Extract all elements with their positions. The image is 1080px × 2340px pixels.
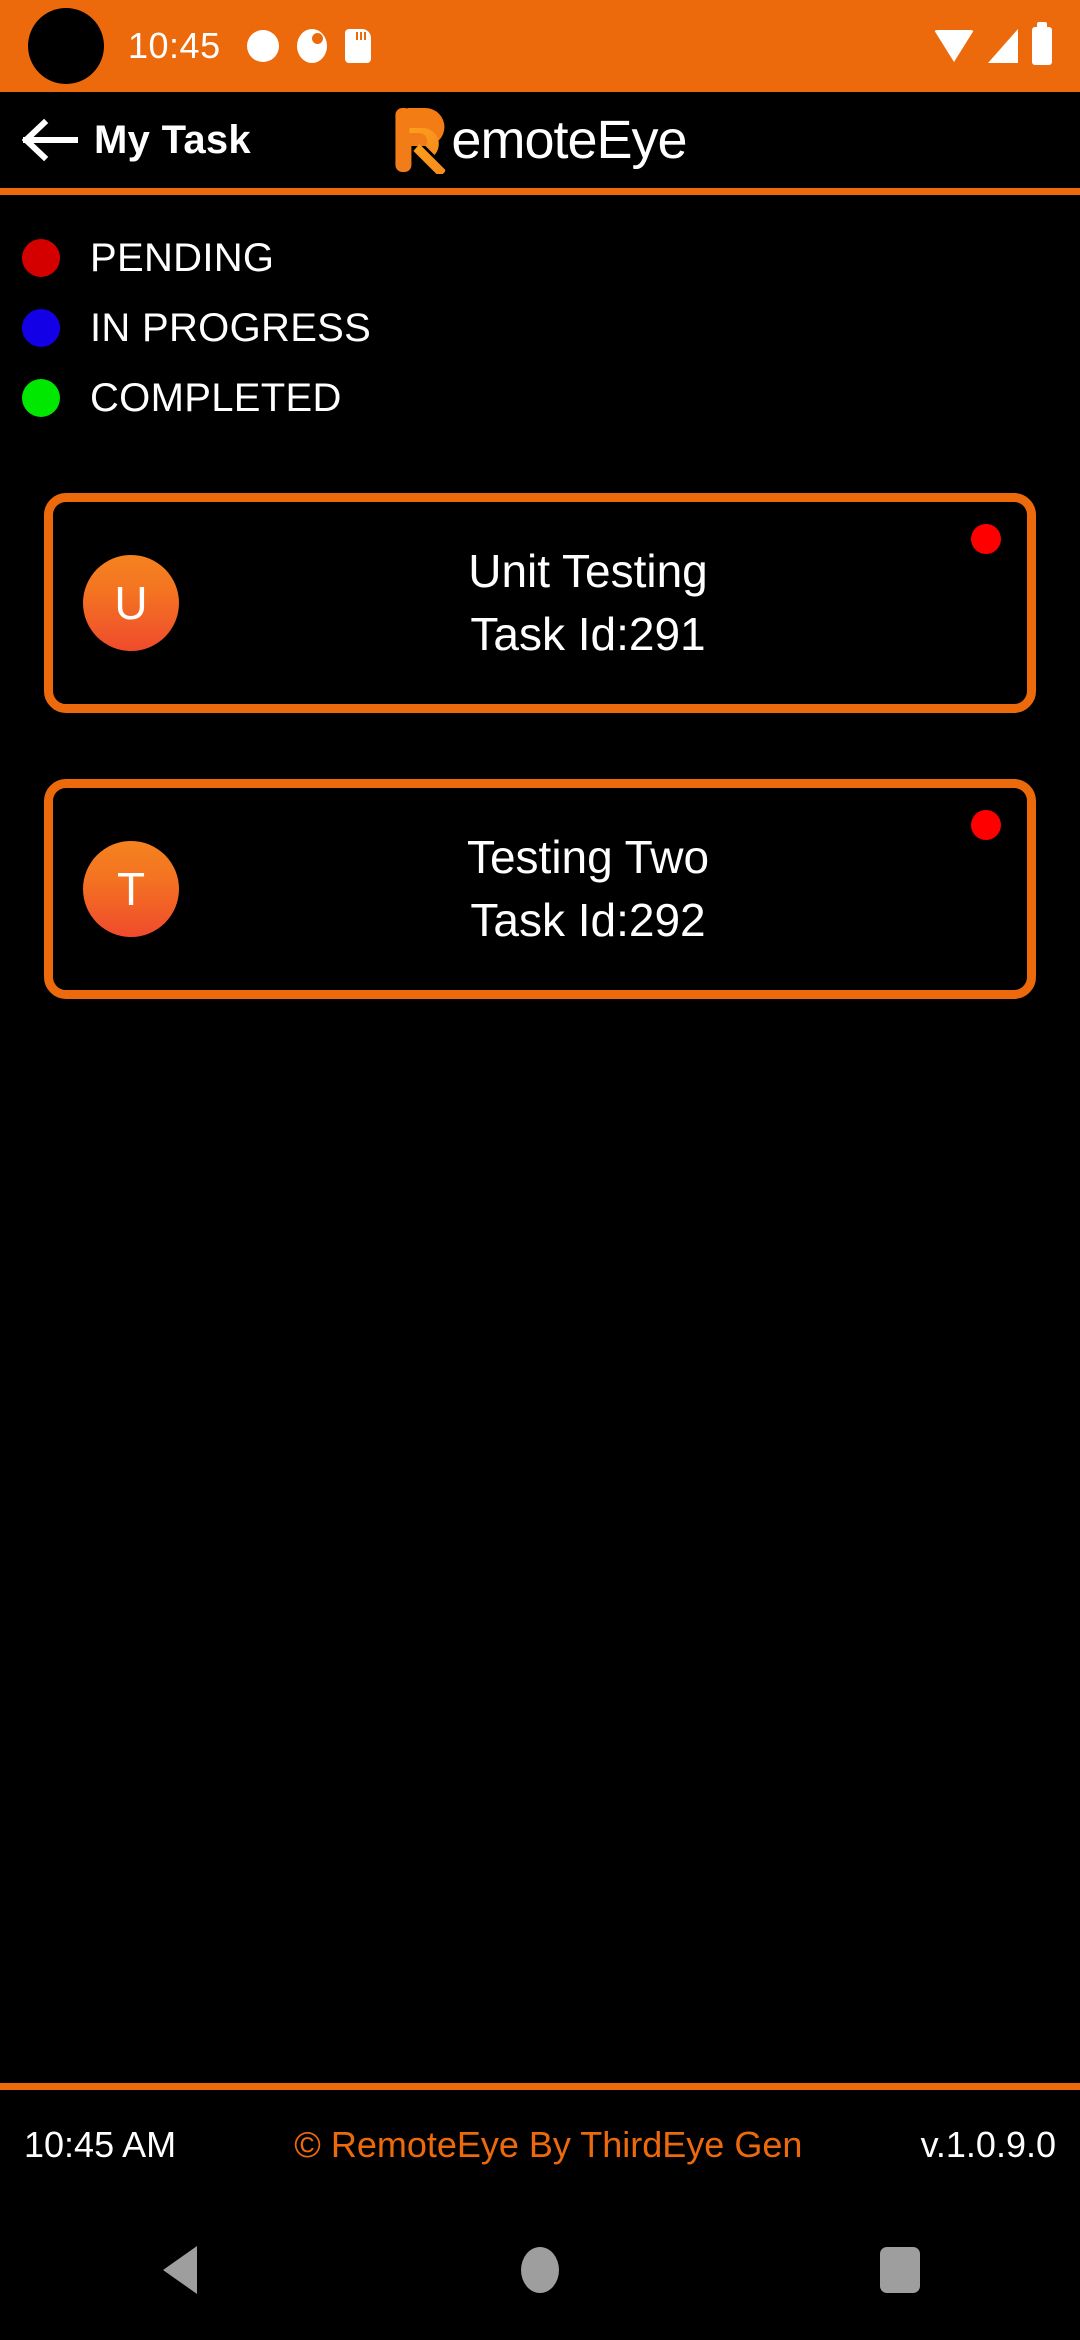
footer-copyright: © RemoteEye By ThirdEye Gen: [294, 2124, 803, 2165]
task-id: Task Id:292: [470, 894, 706, 946]
avatar-initial: U: [114, 577, 148, 629]
legend-item-completed: COMPLETED: [22, 363, 1080, 433]
back-arrow-icon: [22, 118, 78, 162]
status-bar-clock: 10:45: [128, 25, 221, 66]
pending-dot-icon: [22, 239, 60, 277]
app-header: My Task emoteEye: [0, 92, 1080, 188]
legend-label-in-progress: IN PROGRESS: [90, 305, 372, 350]
avatar: U: [83, 555, 179, 651]
back-button[interactable]: My Task: [0, 118, 251, 163]
task-card-body: Testing Two Task Id:292: [179, 831, 997, 947]
footer-version: v.1.0.9.0: [920, 2124, 1056, 2165]
avatar-initial: T: [116, 863, 146, 915]
sd-card-icon: [344, 29, 371, 63]
legend-label-pending: PENDING: [90, 235, 275, 280]
battery-icon: [1032, 22, 1052, 65]
legend-item-pending: PENDING: [22, 223, 1080, 293]
app-footer: 10:45 AM © RemoteEye By ThirdEye Gen v.1…: [0, 2090, 1080, 2200]
status-legend: PENDING IN PROGRESS COMPLETED: [0, 195, 1080, 433]
home-circle-icon: [521, 2247, 559, 2293]
circle-icon: [246, 30, 279, 62]
footer-clock: 10:45 AM: [24, 2124, 177, 2165]
nav-home-button[interactable]: [440, 2220, 640, 2320]
footer-divider: [0, 2083, 1080, 2090]
eye-icon: [296, 29, 327, 63]
task-list: U Unit Testing Task Id:291 T Testing Two…: [0, 433, 1080, 999]
avatar: T: [83, 841, 179, 937]
remote-eye-r-logo-icon: [395, 108, 446, 174]
nav-recents-button[interactable]: [800, 2220, 1000, 2320]
wifi-icon: [934, 30, 974, 62]
status-badge: [971, 524, 1001, 554]
brand-logo: emoteEye: [393, 106, 688, 174]
legend-label-completed: COMPLETED: [90, 375, 342, 420]
recents-square-icon: [880, 2247, 920, 2293]
header-divider: [0, 188, 1080, 195]
in-progress-dot-icon: [22, 309, 60, 347]
task-title: Unit Testing: [468, 545, 708, 598]
status-bar-notification-icons: [246, 29, 371, 63]
task-card[interactable]: T Testing Two Task Id:292: [44, 779, 1036, 999]
app-screen: 10:45 My Task emoteEye PENDING IN PROGRE…: [0, 0, 1080, 2340]
legend-item-in-progress: IN PROGRESS: [22, 293, 1080, 363]
system-status-bar: 10:45: [0, 0, 1080, 92]
back-triangle-icon: [163, 2246, 197, 2294]
task-title: Testing Two: [466, 831, 710, 884]
task-card[interactable]: U Unit Testing Task Id:291: [44, 493, 1036, 713]
completed-dot-icon: [22, 379, 60, 417]
status-badge: [971, 810, 1001, 840]
back-button-label: My Task: [94, 117, 251, 162]
android-navigation-bar: [0, 2200, 1080, 2340]
task-id: Task Id:291: [470, 608, 706, 660]
cellular-signal-icon: [988, 29, 1018, 63]
nav-back-button[interactable]: [80, 2220, 280, 2320]
task-card-body: Unit Testing Task Id:291: [179, 545, 997, 661]
brand-name-label: emoteEye: [451, 110, 687, 170]
camera-punch-hole-icon: [28, 8, 104, 84]
status-bar-system-icons: [934, 22, 1052, 65]
